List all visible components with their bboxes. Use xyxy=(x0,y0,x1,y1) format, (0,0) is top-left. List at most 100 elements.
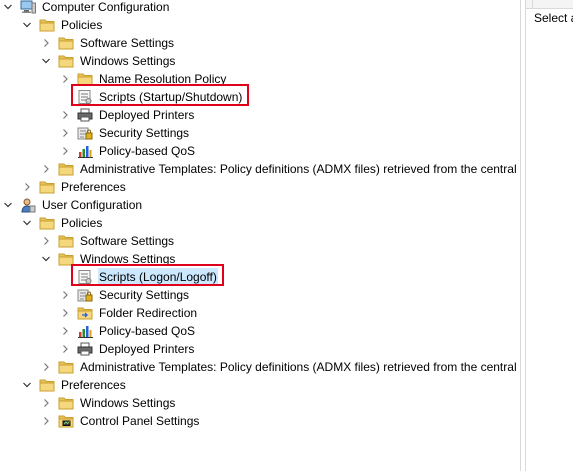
folder-icon xyxy=(39,17,55,33)
tree-node-user-configuration[interactable]: User Configuration xyxy=(2,196,143,214)
tree-node-label: Windows Settings xyxy=(80,54,176,68)
tree-node-label: Security Settings xyxy=(99,126,190,140)
security-icon xyxy=(77,125,93,141)
chevron-right-icon[interactable] xyxy=(21,178,33,196)
chevron-right-icon[interactable] xyxy=(59,70,71,88)
tree-node-name-resolution-policy[interactable]: Name Resolution Policy xyxy=(59,70,227,88)
user-icon xyxy=(20,197,36,213)
tree-node-label: Policy-based QoS xyxy=(99,144,196,158)
security-icon xyxy=(77,287,93,303)
tree-node-windows-settings[interactable]: Windows Settings xyxy=(40,394,176,412)
folder-icon xyxy=(58,233,74,249)
tree-node-windows-settings[interactable]: Windows Settings xyxy=(40,250,176,268)
printer-icon xyxy=(77,341,93,357)
tree-node-label: Policies xyxy=(61,18,103,32)
tree-node-control-panel-settings[interactable]: Control Panel Settings xyxy=(40,412,200,430)
details-header xyxy=(526,0,573,9)
computer-icon xyxy=(20,0,36,15)
tree-node-label: Policy-based QoS xyxy=(99,324,196,338)
tree-node-label: Administrative Templates: Policy definit… xyxy=(80,360,520,374)
tree-node-administrative-templates-policy-definiti[interactable]: Administrative Templates: Policy definit… xyxy=(40,160,520,178)
tree-node-label: Computer Configuration xyxy=(42,0,170,14)
tree-node-label: Administrative Templates: Policy definit… xyxy=(80,162,520,176)
details-instruction: Select a xyxy=(534,11,573,25)
tree-node-label: Windows Settings xyxy=(80,252,176,266)
chevron-down-icon[interactable] xyxy=(2,196,14,214)
tree-node-scripts-startup-shutdown[interactable]: Scripts (Startup/Shutdown) xyxy=(59,88,243,106)
tree-node-label: Scripts (Startup/Shutdown) xyxy=(99,90,243,104)
tree-node-preferences[interactable]: Preferences xyxy=(21,178,127,196)
chevron-right-icon[interactable] xyxy=(40,394,52,412)
tree-node-security-settings[interactable]: Security Settings xyxy=(59,286,190,304)
chevron-right-icon[interactable] xyxy=(59,340,71,358)
folder-icon xyxy=(58,53,74,69)
folder-icon xyxy=(39,377,55,393)
tree-node-policy-based-qos[interactable]: Policy-based QoS xyxy=(59,322,196,340)
tree-node-label: Name Resolution Policy xyxy=(99,72,227,86)
qos-chart-icon xyxy=(77,143,93,159)
tree-node-security-settings[interactable]: Security Settings xyxy=(59,124,190,142)
chevron-right-icon[interactable] xyxy=(40,412,52,430)
chevron-down-icon[interactable] xyxy=(21,376,33,394)
tree-node-computer-configuration[interactable]: Computer Configuration xyxy=(2,0,170,16)
tree-node-label: Software Settings xyxy=(80,234,175,248)
chevron-right-icon[interactable] xyxy=(40,358,52,376)
folder-icon xyxy=(39,179,55,195)
tree-node-scripts-logon-logoff[interactable]: Scripts (Logon/Logoff) xyxy=(59,268,218,286)
script-icon xyxy=(77,269,93,285)
folder-icon xyxy=(77,71,93,87)
tree-node-label: Preferences xyxy=(61,180,126,194)
control-panel-icon xyxy=(58,413,74,429)
tree-node-label: Deployed Printers xyxy=(99,342,195,356)
tree-node-deployed-printers[interactable]: Deployed Printers xyxy=(59,106,195,124)
tree-node-policies[interactable]: Policies xyxy=(21,16,103,34)
chevron-down-icon[interactable] xyxy=(21,16,33,34)
folder-icon xyxy=(58,251,74,267)
tree-node-preferences[interactable]: Preferences xyxy=(21,376,127,394)
tree-node-label: Software Settings xyxy=(80,36,175,50)
chevron-right-icon[interactable] xyxy=(40,232,52,250)
folder-icon xyxy=(58,395,74,411)
folder-redirect-icon xyxy=(77,305,93,321)
chevron-right-icon[interactable] xyxy=(59,106,71,124)
tree-node-policies[interactable]: Policies xyxy=(21,214,103,232)
chevron-down-icon[interactable] xyxy=(21,214,33,232)
chevron-right-icon[interactable] xyxy=(40,160,52,178)
tree-node-label: Policies xyxy=(61,216,103,230)
tree-node-label: Security Settings xyxy=(99,288,190,302)
tree-node-label: User Configuration xyxy=(42,198,143,212)
chevron-right-icon[interactable] xyxy=(59,322,71,340)
folder-icon xyxy=(58,359,74,375)
chevron-right-icon[interactable] xyxy=(59,142,71,160)
chevron-right-icon[interactable] xyxy=(40,34,52,52)
tree-node-label: Folder Redirection xyxy=(99,306,198,320)
tree-node-label: Windows Settings xyxy=(80,396,176,410)
tree-node-software-settings[interactable]: Software Settings xyxy=(40,34,175,52)
chevron-down-icon[interactable] xyxy=(40,250,52,268)
folder-icon xyxy=(58,35,74,51)
tree-node-label: Preferences xyxy=(61,378,126,392)
tree-node-policy-based-qos[interactable]: Policy-based QoS xyxy=(59,142,196,160)
folder-icon xyxy=(39,215,55,231)
tree-node-folder-redirection[interactable]: Folder Redirection xyxy=(59,304,198,322)
policy-tree: Computer Configuration Policies Software S… xyxy=(0,0,520,471)
chevron-down-icon[interactable] xyxy=(2,0,14,16)
tree-node-administrative-templates-policy-definiti[interactable]: Administrative Templates: Policy definit… xyxy=(40,358,520,376)
chevron-right-icon[interactable] xyxy=(59,286,71,304)
tree-node-label: Control Panel Settings xyxy=(80,414,200,428)
chevron-right-icon[interactable] xyxy=(59,304,71,322)
details-pane: Select a xyxy=(526,0,573,471)
tree-node-software-settings[interactable]: Software Settings xyxy=(40,232,175,250)
chevron-right-icon[interactable] xyxy=(59,124,71,142)
tree-node-label: Deployed Printers xyxy=(99,108,195,122)
tree-node-deployed-printers[interactable]: Deployed Printers xyxy=(59,340,195,358)
tree-node-windows-settings[interactable]: Windows Settings xyxy=(40,52,176,70)
chevron-down-icon[interactable] xyxy=(40,52,52,70)
script-icon xyxy=(77,89,93,105)
printer-icon xyxy=(77,107,93,123)
folder-icon xyxy=(58,161,74,177)
tree-node-label: Scripts (Logon/Logoff) xyxy=(98,268,218,286)
qos-chart-icon xyxy=(77,323,93,339)
